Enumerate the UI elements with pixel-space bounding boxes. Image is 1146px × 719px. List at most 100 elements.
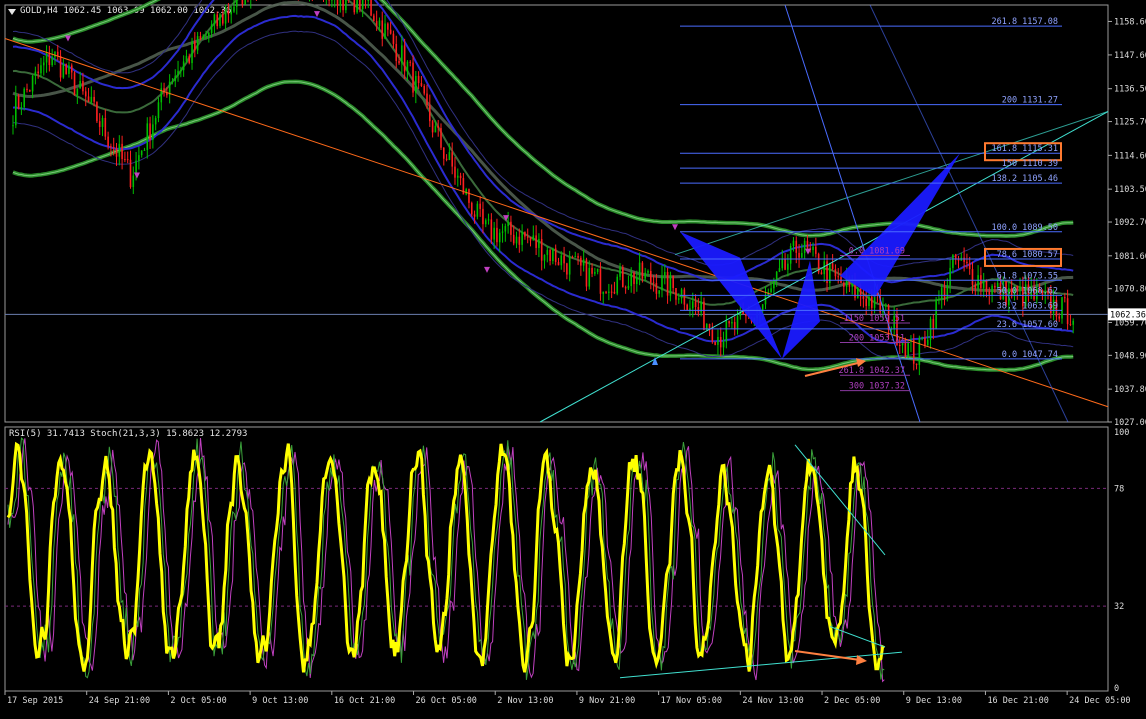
candle-body (580, 257, 582, 266)
candle-body (361, 0, 364, 9)
candle-body (641, 262, 644, 279)
candle-body (174, 75, 177, 82)
candle-body (560, 255, 563, 266)
fib-level-label: 100.0 1089.50 (991, 223, 1058, 233)
candle-body (591, 267, 593, 274)
candle-body (45, 53, 48, 63)
candle-body (677, 298, 680, 300)
rsi-panel-frame (4, 426, 1109, 692)
fractal-arrow-down (65, 35, 71, 42)
candle-body (426, 93, 428, 106)
fib-level-label: 138.2 1105.46 (991, 174, 1058, 184)
candle-body (1072, 320, 1075, 325)
candle-body (124, 159, 126, 161)
candle-body (622, 266, 624, 288)
candle-body (638, 262, 641, 278)
candle-body (241, 0, 244, 5)
candle-body (644, 272, 647, 279)
candle-body (451, 152, 453, 167)
candle-body (616, 276, 619, 294)
candle-body (244, 0, 246, 5)
chart-svg[interactable]: 1158.60 1147.60 1136.50 1125.70 1114.60 1103.… (0, 0, 1146, 719)
candle-body (870, 296, 873, 308)
candle-body (37, 71, 39, 74)
candle-body (666, 272, 669, 296)
candle-body (409, 61, 412, 63)
time-tick-label: 24 Sep 21:00 (89, 696, 150, 706)
candle-body (571, 256, 574, 258)
candle-body (188, 55, 191, 64)
candle-body (784, 259, 786, 270)
candle-body (557, 262, 560, 266)
candle-body (157, 102, 160, 119)
time-tick-label: 17 Sep 2015 (7, 696, 63, 706)
candle-body (507, 221, 509, 227)
candle-body (789, 246, 792, 264)
candle-body (194, 41, 196, 51)
price-tick-label: 1092.70 (1114, 218, 1146, 228)
candle-body (543, 254, 546, 261)
candle-body (82, 80, 84, 92)
candle-body (661, 275, 663, 291)
candle-body (434, 125, 437, 133)
candle-body (68, 65, 70, 74)
candle-body (563, 255, 565, 264)
candle-body (487, 219, 490, 221)
candle-body (949, 267, 951, 286)
candle-body (946, 285, 949, 298)
candle-body (624, 287, 627, 289)
candle-body (87, 96, 90, 103)
candle-body (185, 55, 188, 62)
candle-body (798, 252, 800, 258)
candle-body (977, 275, 979, 289)
candle-body (812, 246, 814, 251)
candle-body (963, 257, 965, 262)
candle-body (669, 275, 672, 296)
candle-body (339, 0, 342, 6)
candle-body (76, 88, 79, 96)
candle-body (764, 295, 767, 305)
candle-body (574, 256, 577, 258)
candle-body (781, 259, 784, 269)
candle-body (1066, 298, 1069, 325)
fib-level-label: 200 1131.27 (1002, 96, 1058, 106)
candle-body (219, 14, 221, 27)
candle-body (328, 0, 330, 1)
candle-body (429, 105, 431, 122)
candle-body (619, 266, 621, 277)
candle-body (423, 85, 426, 94)
candle-body (806, 240, 809, 249)
candle-body (149, 123, 151, 140)
candle-body (448, 152, 451, 160)
candle-body (1058, 316, 1061, 319)
candle-body (1061, 297, 1063, 319)
fib-level-label: 161.8 1115.31 (991, 144, 1058, 154)
candle-body (582, 259, 585, 266)
candle-body (104, 117, 107, 137)
candle-body (132, 175, 135, 188)
candle-body (988, 291, 991, 295)
time-tick-label: 16 Dec 21:00 (987, 696, 1048, 706)
candle-body (594, 271, 596, 274)
candle-body (473, 214, 476, 217)
rsi-tick-label: 100 (1114, 428, 1129, 438)
main-panel-frame (4, 4, 1109, 423)
candle-body (454, 166, 456, 178)
candle-body (101, 117, 104, 127)
candle-body (389, 29, 392, 34)
candle-body (359, 0, 361, 9)
candle-body (107, 136, 109, 147)
candle-body (501, 231, 504, 233)
rsi-resistance-line (794, 444, 886, 556)
candle-body (375, 21, 378, 26)
candle-body (658, 290, 660, 294)
fib-level-label: 150 1110.39 (1002, 159, 1058, 169)
candle-body (121, 143, 123, 160)
time-tick-label: 2 Dec 05:00 (824, 696, 880, 706)
candle-body (596, 268, 599, 272)
candle-body (974, 284, 977, 289)
candle-body (655, 282, 658, 294)
candle-body (336, 0, 339, 6)
candle-body (787, 263, 789, 270)
candle-body (535, 235, 537, 248)
